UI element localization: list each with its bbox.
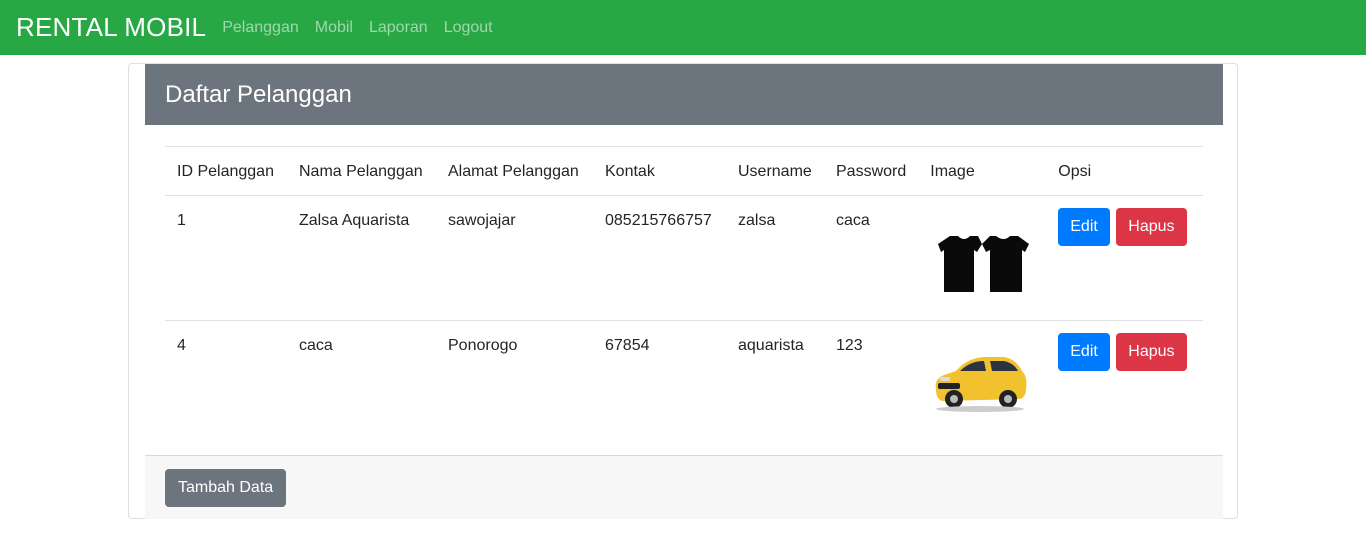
column-header-username: Username — [726, 146, 824, 196]
table-row: 1 Zalsa Aquarista sawojajar 085215766757… — [165, 195, 1203, 321]
cell-opsi: Edit Hapus — [1046, 195, 1203, 321]
cell-nama: caca — [287, 320, 436, 446]
page-title: Daftar Pelanggan — [165, 80, 352, 108]
nav-link-pelanggan[interactable]: Pelanggan — [222, 19, 299, 37]
edit-button[interactable]: Edit — [1058, 208, 1110, 246]
navbar: RENTAL MOBIL Pelanggan Mobil Laporan Log… — [0, 0, 1366, 55]
table-row: 4 caca Ponorogo 67854 aquarista 123 Edit… — [165, 320, 1203, 446]
customer-card: Daftar Pelanggan ID Pelanggan Nama Pelan… — [128, 63, 1238, 519]
column-header-id: ID Pelanggan — [165, 146, 287, 196]
cell-username: zalsa — [726, 195, 824, 321]
car-image — [935, 357, 1027, 412]
cell-image — [918, 320, 1047, 446]
cell-id: 1 — [165, 195, 287, 321]
brand-title[interactable]: RENTAL MOBIL — [16, 12, 206, 43]
cell-id: 4 — [165, 320, 287, 446]
cell-nama: Zalsa Aquarista — [287, 195, 436, 321]
tshirt-image — [938, 236, 1030, 292]
nav-link-mobil[interactable]: Mobil — [315, 19, 353, 37]
cell-kontak: 67854 — [593, 320, 726, 446]
cell-kontak: 085215766757 — [593, 195, 726, 321]
column-header-opsi: Opsi — [1046, 146, 1203, 196]
column-header-image: Image — [918, 146, 1047, 196]
delete-button[interactable]: Hapus — [1116, 208, 1187, 246]
cell-password: caca — [824, 195, 919, 321]
customer-table: ID Pelanggan Nama Pelanggan Alamat Pelan… — [165, 146, 1203, 446]
table-header-row: ID Pelanggan Nama Pelanggan Alamat Pelan… — [165, 146, 1203, 196]
nav-link-logout[interactable]: Logout — [444, 19, 493, 37]
cell-image — [918, 195, 1047, 321]
column-header-password: Password — [824, 146, 919, 196]
edit-button[interactable]: Edit — [1058, 333, 1110, 371]
card-footer: Tambah Data — [145, 455, 1223, 519]
cell-username: aquarista — [726, 320, 824, 446]
column-header-nama: Nama Pelanggan — [287, 146, 436, 196]
delete-button[interactable]: Hapus — [1116, 333, 1187, 371]
add-data-button[interactable]: Tambah Data — [165, 469, 287, 507]
cell-opsi: Edit Hapus — [1046, 320, 1203, 446]
cell-password: 123 — [824, 320, 919, 446]
column-header-alamat: Alamat Pelanggan — [436, 146, 593, 196]
nav-link-laporan[interactable]: Laporan — [369, 19, 428, 37]
cell-alamat: Ponorogo — [436, 320, 593, 446]
card-header: Daftar Pelanggan — [145, 64, 1223, 125]
column-header-kontak: Kontak — [593, 146, 726, 196]
cell-alamat: sawojajar — [436, 195, 593, 321]
